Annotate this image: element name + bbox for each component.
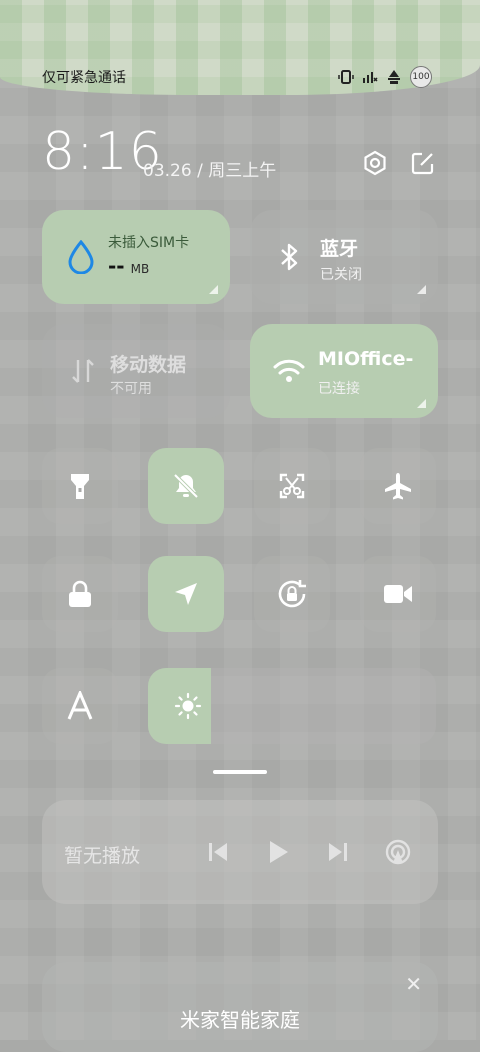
mobile-data-title: 移动数据: [110, 354, 187, 376]
toggle-flashlight[interactable]: [42, 448, 118, 524]
bell-off-icon: [173, 473, 199, 499]
expand-corner-icon: [417, 285, 426, 294]
toggle-screen-recorder[interactable]: [360, 556, 436, 632]
wifi-network-name: MIOffice-: [318, 348, 414, 370]
smart-home-card[interactable]: ✕ 米家智能家庭: [42, 962, 438, 1052]
data-usage-unit: MB: [130, 262, 150, 276]
media-status-text: 暂无播放: [64, 845, 141, 867]
battery-indicator: 100: [410, 66, 432, 88]
media-player-card: 暂无播放: [42, 800, 438, 904]
bluetooth-icon: [278, 242, 300, 276]
bluetooth-tile[interactable]: 蓝牙 已关闭: [250, 210, 438, 304]
carrier-text: 仅可紧急通话: [42, 70, 126, 86]
font-a-icon: [67, 691, 93, 720]
close-icon[interactable]: ✕: [405, 972, 422, 996]
wifi-tile[interactable]: MIOffice- 已连接: [250, 324, 438, 418]
rotate-lock-icon: [278, 580, 306, 608]
status-bar: 仅可紧急通话 100: [42, 66, 442, 88]
toggle-mute[interactable]: [148, 448, 224, 524]
bluetooth-title: 蓝牙: [320, 238, 359, 260]
next-track-icon[interactable]: [324, 838, 352, 866]
toggle-airplane-mode[interactable]: [360, 448, 436, 524]
mobile-data-status: 不可用: [110, 381, 152, 397]
sim-status-label: 未插入SIM卡: [108, 235, 190, 251]
status-icons: 100: [338, 66, 432, 88]
sim-data-tile[interactable]: 未插入SIM卡 -- MB: [42, 210, 230, 304]
airplane-icon: [385, 473, 411, 500]
lock-icon: [69, 580, 91, 607]
sun-icon: [174, 692, 202, 724]
expand-corner-icon: [209, 285, 218, 294]
header-actions: [362, 150, 436, 176]
brightness-slider[interactable]: [148, 668, 436, 744]
smart-home-title: 米家智能家庭: [180, 1008, 300, 1032]
scissors-icon: [279, 473, 305, 499]
bluetooth-status: 已关闭: [320, 267, 362, 283]
flashlight-icon: [71, 474, 89, 499]
data-arrows-icon: [70, 356, 96, 390]
mobile-data-tile[interactable]: 移动数据 不可用: [42, 324, 230, 418]
settings-icon[interactable]: [362, 150, 388, 176]
toggle-location[interactable]: [148, 556, 224, 632]
toggle-lock-screen[interactable]: [42, 556, 118, 632]
notification-icon: [386, 69, 402, 85]
toggle-font-size[interactable]: [42, 668, 118, 744]
data-usage-value: -- MB: [108, 254, 149, 278]
signal-icon: [362, 69, 378, 85]
wifi-status: 已连接: [318, 381, 360, 397]
previous-track-icon[interactable]: [204, 838, 232, 866]
play-icon[interactable]: [264, 838, 292, 866]
edit-icon[interactable]: [410, 150, 436, 176]
expand-corner-icon: [417, 399, 426, 408]
date-text: 03.26 / 周三上午: [143, 161, 277, 181]
data-usage-number: --: [108, 254, 125, 278]
cast-output-icon[interactable]: [384, 838, 412, 866]
wifi-icon: [272, 358, 306, 388]
toggle-auto-rotate[interactable]: [254, 556, 330, 632]
vibrate-icon: [338, 69, 354, 85]
water-drop-icon: [66, 239, 96, 278]
location-arrow-icon: [175, 583, 197, 605]
video-camera-icon: [384, 585, 412, 603]
drag-handle[interactable]: [213, 770, 267, 774]
toggle-screenshot[interactable]: [254, 448, 330, 524]
